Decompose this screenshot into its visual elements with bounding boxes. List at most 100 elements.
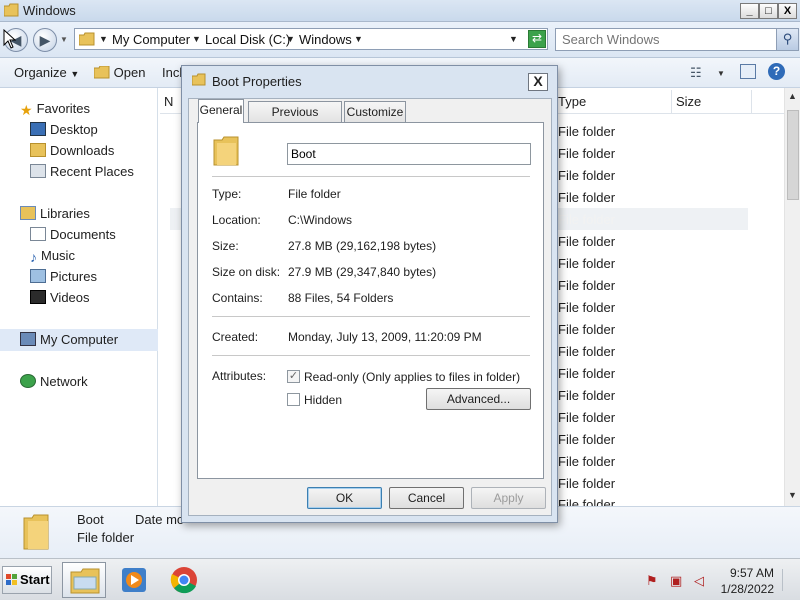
hidden-checkbox[interactable] [287,393,300,406]
breadcrumb-my-computer[interactable]: My Computer [112,32,190,47]
refresh-button[interactable]: ⇄ [528,30,546,48]
nav-libraries-label: Libraries [40,206,90,221]
recent-pages-chevron-icon[interactable]: ▼ [60,35,68,44]
close-button[interactable]: X [778,3,797,19]
chrome-icon [170,567,197,594]
column-header-size[interactable]: Size [672,90,752,114]
clock-date[interactable]: 1/28/2022 [721,582,774,596]
search-icon[interactable]: ⚲ [776,29,798,50]
taskbar-chrome[interactable] [163,562,207,598]
tab-general[interactable]: General [198,99,244,123]
prop-size-on-disk-label: Size on disk: [212,265,281,279]
recent-places-icon [30,164,46,178]
videos-icon [30,290,46,304]
apply-button[interactable]: Apply [471,487,546,509]
tab-customize[interactable]: Customize [344,101,406,123]
prop-contains-value: 88 Files, 54 Folders [288,291,394,305]
breadcrumb-windows[interactable]: Windows [299,32,352,47]
nav-my-computer[interactable]: My Computer [20,332,118,347]
scroll-up-icon[interactable]: ▲ [788,91,797,101]
network-status-icon[interactable]: ▣ [670,573,682,589]
chevron-down-icon: ▼ [70,69,80,79]
nav-desktop-label: Desktop [50,122,98,137]
nav-pictures[interactable]: Pictures [30,269,97,284]
music-icon: ♪ [30,249,37,265]
advanced-button[interactable]: Advanced... [426,388,531,410]
nav-desktop[interactable]: Desktop [30,122,98,137]
details-type: File folder [77,530,135,545]
separator [212,316,530,317]
nav-libraries[interactable]: Libraries [20,206,90,221]
nav-downloads-label: Downloads [50,143,115,158]
scroll-down-icon[interactable]: ▼ [788,490,797,500]
clock-time[interactable]: 9:57 AM [730,566,774,580]
nav-downloads[interactable]: Downloads [30,143,114,158]
show-desktop-button[interactable] [782,569,796,591]
star-icon: ★ [20,102,33,118]
separator [212,355,530,356]
taskbar-explorer[interactable] [62,562,106,598]
file-type-cell-highlighted: File folder [558,212,616,227]
folder-large-icon [23,514,49,550]
preview-pane-icon[interactable] [740,64,756,79]
readonly-checkbox[interactable]: ✓ [287,370,300,383]
file-type-cell: File folder [558,124,616,139]
nav-network[interactable]: Network [20,374,88,389]
nav-pictures-label: Pictures [50,269,97,284]
nav-recent-places[interactable]: Recent Places [30,164,134,179]
open-button[interactable]: Open [93,65,146,80]
breadcrumb-chevron-icon[interactable]: ▼ [286,34,295,44]
view-chevron-icon[interactable]: ▼ [717,69,725,78]
nav-videos[interactable]: Videos [30,290,90,305]
prop-type-label: Type: [212,187,242,201]
dialog-close-button[interactable]: X [528,73,548,91]
breadcrumb-local-disk[interactable]: Local Disk (C:) [205,32,290,47]
file-type-cell: File folder [558,278,616,293]
address-history-chevron-icon[interactable]: ▼ [509,34,518,44]
help-icon[interactable]: ? [768,63,785,80]
forward-button[interactable]: ▶ [33,28,57,52]
address-field[interactable]: ▼ My Computer ▼ Local Disk (C:) ▼ Window… [74,28,548,50]
prop-size-value: 27.8 MB (29,162,198 bytes) [288,239,437,253]
taskbar-media-player[interactable] [113,562,157,598]
forward-arrow-icon: ▶ [39,32,51,48]
file-type-cell: File folder [558,256,616,271]
minimize-button[interactable]: _ [740,3,759,19]
nav-my-computer-label: My Computer [40,332,119,347]
search-input[interactable] [556,29,774,50]
prop-size-label: Size: [212,239,239,253]
nav-favorites[interactable]: ★ Favorites [20,101,90,118]
media-player-icon [122,568,146,592]
file-type-cell: File folder [558,234,616,249]
view-options-icon[interactable]: ☷ [690,65,702,81]
nav-music[interactable]: ♪ Music [30,248,75,265]
breadcrumb-chevron-icon[interactable]: ▼ [99,34,108,44]
downloads-folder-icon [30,143,46,157]
nav-documents[interactable]: Documents [30,227,116,242]
maximize-button[interactable]: □ [759,3,778,19]
nav-documents-label: Documents [50,227,116,242]
start-button[interactable]: Start [2,566,52,594]
cancel-button[interactable]: Cancel [389,487,464,509]
open-label: Open [113,65,146,80]
network-icon [20,374,36,388]
scrollbar-thumb[interactable] [787,110,799,200]
include-in-library-button[interactable]: Incl [162,65,182,80]
pictures-icon [30,269,46,283]
folder-icon [79,32,95,46]
nav-music-label: Music [41,248,75,263]
tab-previous-versions[interactable]: Previous Versions [248,101,342,139]
organize-button[interactable]: Organize ▼ [14,65,79,80]
breadcrumb-chevron-icon[interactable]: ▼ [192,34,201,44]
action-center-icon[interactable]: ⚑ [646,573,658,589]
breadcrumb-chevron-icon[interactable]: ▼ [354,34,363,44]
ok-button[interactable]: OK [307,487,382,509]
explorer-title-bar: Windows _ □ X [0,0,800,22]
column-header-type[interactable]: Type [554,90,672,114]
file-list-scrollbar[interactable]: ▲ ▼ [784,88,800,506]
file-type-cell: File folder [558,168,616,183]
folder-name-input[interactable] [287,143,531,165]
volume-muted-icon[interactable]: ◁ [694,573,704,589]
search-box[interactable]: ⚲ [555,28,799,51]
address-bar-row: ◀ ▶ ▼ ▼ My Computer ▼ Local Disk (C:) ▼ … [0,22,800,58]
